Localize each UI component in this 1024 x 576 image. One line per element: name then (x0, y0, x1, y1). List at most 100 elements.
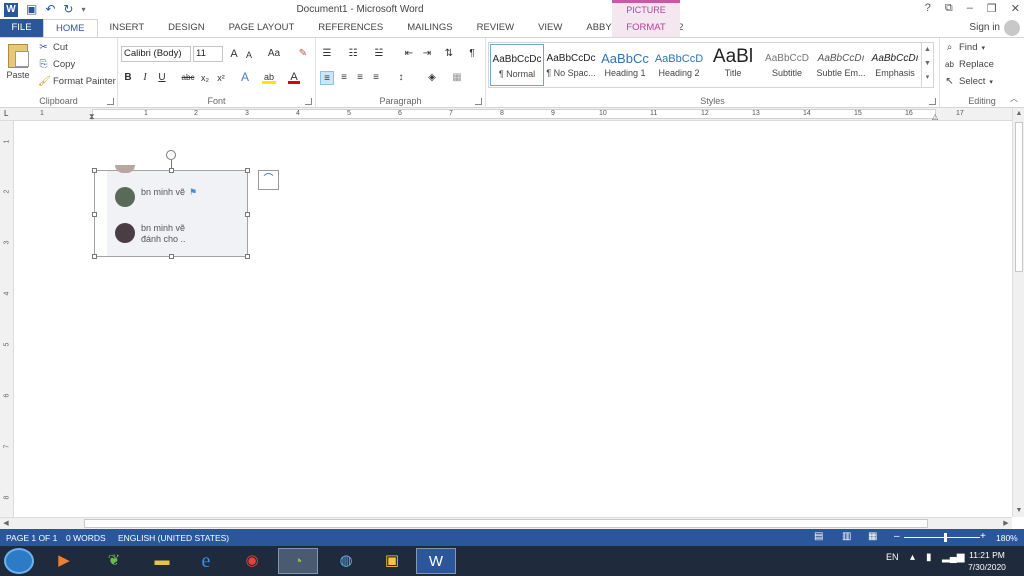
resize-handle[interactable] (169, 168, 174, 173)
selected-picture[interactable]: bn minh vẽ ⚑ bn minh vẽ đánh cho .. (92, 165, 250, 259)
account-avatar[interactable] (1004, 20, 1020, 36)
justify-icon[interactable]: ≡ (369, 71, 383, 85)
chevron-up-icon[interactable]: ▲ (922, 43, 933, 57)
resize-handle[interactable] (245, 212, 250, 217)
select-button[interactable]: ↖ Select ▾ (944, 76, 993, 87)
minimize-icon[interactable]: – (967, 2, 973, 15)
chevron-down-icon[interactable]: ▼ (922, 57, 933, 71)
font-size-select[interactable]: 11 (193, 46, 223, 62)
bold-button[interactable]: B (122, 71, 134, 85)
copy-button[interactable]: ⎘ Copy (38, 59, 76, 70)
coccoc-browser-icon[interactable]: ◔ (278, 548, 318, 574)
decrease-indent-icon[interactable]: ⇤ (402, 47, 416, 61)
shrink-font-button[interactable]: A (244, 48, 254, 62)
tab-review[interactable]: REVIEW (465, 19, 526, 37)
font-family-select[interactable]: Calibri (Body) (121, 46, 191, 62)
page-count[interactable]: PAGE 1 OF 1 (6, 533, 57, 543)
collapse-ribbon-icon[interactable]: ︿ (1008, 92, 1020, 106)
format-painter-button[interactable]: 🖌 Format Painter (38, 76, 116, 87)
close-icon[interactable]: ✕ (1011, 2, 1020, 15)
font-launcher-icon[interactable] (305, 98, 312, 105)
vertical-ruler[interactable]: 1 2 3 4 5 6 7 8 (0, 121, 14, 529)
style-title[interactable]: AaBl Title (706, 44, 760, 86)
italic-button[interactable]: I (139, 71, 151, 85)
horizontal-ruler[interactable]: L 1 1 2 3 4 5 6 7 8 9 10 11 12 13 14 15 … (0, 108, 1012, 121)
paste-button[interactable]: Paste (4, 42, 32, 92)
tray-arrow-icon[interactable]: ▴ (910, 552, 915, 563)
scroll-down-icon[interactable]: ▼ (1013, 505, 1024, 517)
clear-formatting-icon[interactable]: ✎ (296, 47, 310, 61)
vertical-scrollbar[interactable]: ▲ ▼ (1012, 108, 1024, 517)
language-indicator[interactable]: ENGLISH (UNITED STATES) (118, 533, 229, 543)
subscript-button[interactable]: x₂ (199, 71, 211, 85)
cut-button[interactable]: ✂ Cut (38, 42, 68, 53)
tab-mailings[interactable]: MAILINGS (395, 19, 464, 37)
file-explorer-icon[interactable]: ▬ (142, 548, 182, 574)
word-taskbar-icon[interactable]: W (416, 548, 456, 574)
align-center-icon[interactable]: ≡ (337, 71, 351, 85)
input-language[interactable]: EN (886, 552, 899, 562)
zoom-slider-thumb[interactable] (944, 533, 947, 542)
tab-page-layout[interactable]: PAGE LAYOUT (217, 19, 307, 37)
superscript-button[interactable]: x² (215, 71, 227, 85)
internet-explorer-icon[interactable]: e (186, 548, 226, 574)
scroll-up-icon[interactable]: ▲ (1013, 108, 1024, 120)
tab-selector-icon[interactable]: L (4, 109, 13, 118)
zoom-out-button[interactable]: – (894, 531, 900, 542)
start-button[interactable] (4, 548, 34, 574)
horizontal-scroll-thumb[interactable] (84, 519, 928, 528)
tab-insert[interactable]: INSERT (98, 19, 157, 37)
tab-references[interactable]: REFERENCES (306, 19, 395, 37)
read-mode-icon[interactable]: ▤ (814, 531, 823, 542)
chrome-icon[interactable]: ◉ (232, 548, 272, 574)
zoom-level[interactable]: 180% (996, 533, 1018, 543)
tab-format[interactable]: FORMAT (612, 19, 680, 37)
multilevel-list-icon[interactable]: ☱ (372, 47, 386, 61)
style-no-spacing[interactable]: AaBbCcDc ¶ No Spac... (544, 44, 598, 86)
show-marks-icon[interactable]: ¶ (466, 47, 478, 61)
ribbon-display-options-icon[interactable]: ⧉ (945, 2, 953, 15)
resize-handle[interactable] (169, 254, 174, 259)
rotate-handle-icon[interactable] (166, 150, 176, 160)
zoom-slider[interactable] (904, 537, 980, 538)
media-player-icon[interactable]: ▶ (44, 548, 84, 574)
battery-icon[interactable]: ▮ (926, 552, 932, 563)
strikethrough-button[interactable]: abc (180, 71, 196, 85)
paragraph-launcher-icon[interactable] (475, 98, 482, 105)
change-case-button[interactable]: Aa (264, 47, 284, 61)
replace-button[interactable]: ab Replace (944, 59, 994, 70)
tab-view[interactable]: VIEW (526, 19, 574, 37)
tab-design[interactable]: DESIGN (156, 19, 216, 37)
shading-icon[interactable]: ◈ (424, 71, 440, 85)
font-color-button[interactable]: A (288, 70, 300, 84)
game-app-icon[interactable]: ▣ (372, 548, 412, 574)
find-button[interactable]: ⌕ Find ▾ (944, 42, 985, 53)
style-subtitle[interactable]: AaBbCcD Subtitle (760, 44, 814, 86)
style-emphasis[interactable]: AaBbCcDı Emphasis (868, 44, 922, 86)
parrot-app-icon[interactable]: ❦ (94, 548, 134, 574)
style-normal[interactable]: AaBbCcDc ¶ Normal (490, 44, 544, 86)
style-heading-1[interactable]: AaBbCc Heading 1 (598, 44, 652, 86)
line-spacing-icon[interactable]: ↕ (393, 71, 409, 85)
horizontal-scrollbar[interactable]: ◀ ▶ (0, 517, 1012, 529)
sort-icon[interactable]: ⇅ (442, 47, 456, 61)
resize-handle[interactable] (245, 254, 250, 259)
resize-handle[interactable] (92, 168, 97, 173)
style-subtle-emphasis[interactable]: AaBbCcDı Subtle Em... (814, 44, 868, 86)
grow-font-button[interactable]: A (228, 47, 240, 61)
print-layout-icon[interactable]: ▥ (842, 531, 851, 542)
resize-handle[interactable] (245, 168, 250, 173)
bullets-icon[interactable]: ☰ (320, 47, 334, 61)
more-styles-icon[interactable]: ▾ (922, 71, 933, 85)
style-heading-2[interactable]: AaBbCcD Heading 2 (652, 44, 706, 86)
underline-button[interactable]: U (156, 71, 168, 85)
numbering-icon[interactable]: ☷ (346, 47, 360, 61)
web-layout-icon[interactable]: ▦ (868, 531, 877, 542)
layout-options-icon[interactable]: ⌒ (258, 170, 279, 190)
highlight-button[interactable]: ab (262, 70, 276, 84)
clipboard-launcher-icon[interactable] (107, 98, 114, 105)
styles-launcher-icon[interactable] (929, 98, 936, 105)
zoom-in-button[interactable]: + (980, 531, 986, 542)
styles-scroll[interactable]: ▲ ▼ ▾ (921, 43, 933, 87)
restore-icon[interactable]: ❐ (987, 2, 997, 15)
